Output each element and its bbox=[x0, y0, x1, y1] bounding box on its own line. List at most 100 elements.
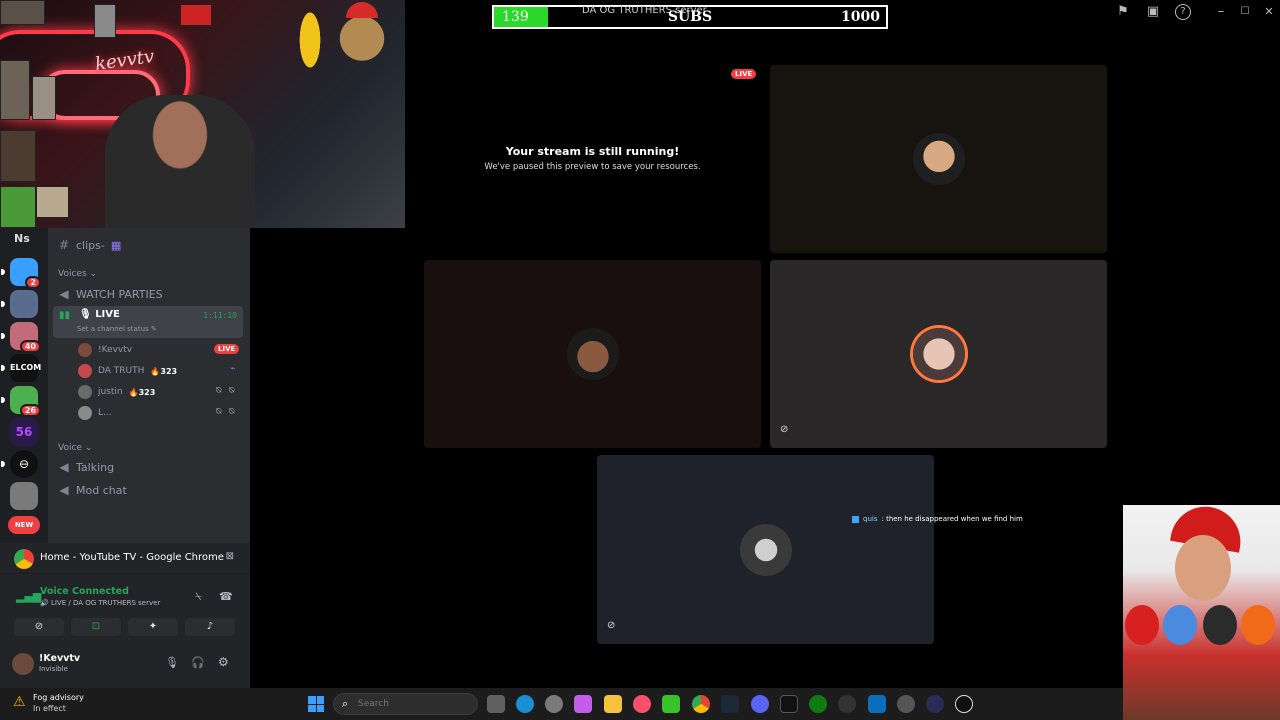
emote-thumb bbox=[0, 60, 30, 120]
unreal-engine-icon[interactable] bbox=[955, 695, 973, 713]
server-ns[interactable]: Ns bbox=[14, 232, 30, 245]
emote-thumb bbox=[0, 186, 36, 228]
channel-mod-chat[interactable]: ◀ Mod chat bbox=[58, 483, 126, 497]
steam-icon[interactable] bbox=[721, 695, 739, 713]
signal-icon: ▂▄▆ bbox=[16, 590, 42, 603]
headphones-icon[interactable]: 🎧 bbox=[191, 656, 205, 669]
participant-tile[interactable] bbox=[424, 260, 761, 448]
disconnect-icon[interactable]: ☎ bbox=[219, 590, 233, 603]
participant-tile[interactable]: ⊘ bbox=[770, 260, 1107, 448]
search-input[interactable] bbox=[358, 697, 448, 711]
server-icon-5[interactable]: 26 bbox=[1, 386, 41, 417]
channel-live[interactable]: ▮▮ 🎙 LIVE 1:11:10 Set a channel status ✎ bbox=[53, 306, 243, 338]
participant-tile[interactable]: ⊘ bbox=[597, 455, 934, 644]
chat-overlay-line: quis : then he disappeared when we find … bbox=[852, 515, 1023, 523]
edge-icon[interactable] bbox=[516, 695, 534, 713]
channel-watch-parties[interactable]: ◀ WATCH PARTIES bbox=[58, 287, 162, 301]
emote-thumb bbox=[180, 4, 212, 26]
soundboard-button[interactable]: ♪ bbox=[185, 618, 235, 636]
channel-clips[interactable]: # clips- ▦ bbox=[58, 238, 121, 252]
activity-title: Home - YouTube TV - Google Chrome bbox=[40, 552, 224, 563]
screen-share-button[interactable]: ⊡ bbox=[71, 618, 121, 636]
weather-warning-icon[interactable]: ⚠ bbox=[13, 694, 31, 710]
media-player-icon[interactable] bbox=[926, 695, 944, 713]
music-icon[interactable] bbox=[633, 695, 651, 713]
server-icon-1[interactable]: 2 bbox=[1, 258, 41, 289]
username[interactable]: !Kevvtv bbox=[39, 653, 80, 664]
g-hub-icon[interactable] bbox=[780, 695, 798, 713]
gear-icon[interactable]: ⚙ bbox=[218, 655, 229, 669]
speaker-icon: ◀ bbox=[59, 460, 69, 474]
activity-panel[interactable]: Home - YouTube TV - Google Chrome ⊠ bbox=[0, 543, 250, 573]
server-rail: Ns 2 40 ELCOM 26 56 ⊖ NEW bbox=[0, 228, 48, 543]
settings-icon[interactable] bbox=[545, 695, 563, 713]
voice-user-justin[interactable]: justin 🔥323 bbox=[78, 385, 155, 399]
voice-status[interactable]: Voice Connected bbox=[40, 586, 129, 597]
copilot-icon[interactable] bbox=[574, 695, 592, 713]
react-icon[interactable] bbox=[838, 695, 856, 713]
maximize-icon[interactable]: ☐ bbox=[1237, 4, 1253, 20]
app-icon[interactable] bbox=[897, 695, 915, 713]
xbox-icon[interactable] bbox=[809, 695, 827, 713]
server-icon-3[interactable]: 40 bbox=[1, 322, 41, 353]
minimize-icon[interactable]: – bbox=[1213, 4, 1229, 20]
speaker-icon: ◀ bbox=[59, 287, 69, 301]
close-icon[interactable]: ✕ bbox=[1261, 4, 1277, 20]
avatar bbox=[739, 523, 792, 576]
subs-goal-count: 1000 bbox=[841, 9, 880, 25]
voice-location[interactable]: 🔊 LIVE / DA OG TRUTHERS server bbox=[40, 599, 160, 607]
participant-tile[interactable] bbox=[770, 65, 1107, 253]
user-panel: !Kevvtv Invisible 🎙 🎧 ⚙ bbox=[0, 643, 250, 688]
new-servers-button[interactable]: NEW bbox=[8, 516, 40, 534]
kid bbox=[1163, 605, 1197, 645]
channel-status-input[interactable]: Set a channel status ✎ bbox=[77, 325, 157, 333]
task-view-icon[interactable] bbox=[487, 695, 505, 713]
hidden-video-icon[interactable]: ⊘ bbox=[607, 620, 621, 634]
category-voices[interactable]: Voices ⌄ bbox=[58, 269, 97, 279]
voice-user-da-truth[interactable]: DA TRUTH 🔥323 bbox=[78, 364, 177, 378]
noise-suppression-icon[interactable]: ⍀ bbox=[195, 590, 202, 604]
hidden-video-icon[interactable]: ⊘ bbox=[780, 424, 794, 438]
webcam-overlay: kevvtv bbox=[0, 0, 405, 228]
emote-thumb bbox=[36, 186, 69, 218]
film-icon: ▦ bbox=[110, 238, 122, 252]
photo-overlay bbox=[1123, 505, 1280, 720]
emote-thumb bbox=[0, 130, 36, 182]
server-icon-2[interactable] bbox=[1, 290, 38, 318]
channel-talking[interactable]: ◀ Talking bbox=[58, 460, 114, 474]
flag-icon[interactable]: ⚑ bbox=[1115, 4, 1131, 20]
weather-title[interactable]: Fog advisory bbox=[33, 693, 84, 702]
category-voice[interactable]: Voice ⌄ bbox=[58, 443, 92, 453]
avatar bbox=[78, 343, 92, 357]
deafened-icon: ⍉ bbox=[229, 386, 235, 396]
avatar bbox=[566, 328, 619, 380]
kid bbox=[1125, 605, 1159, 645]
server-icon-8[interactable] bbox=[10, 482, 38, 510]
user-status[interactable]: Invisible bbox=[39, 665, 68, 673]
avatar bbox=[78, 406, 92, 420]
server-icon-elcom[interactable]: ELCOM bbox=[1, 354, 41, 382]
file-explorer-icon[interactable] bbox=[604, 695, 622, 713]
voice-user-l[interactable]: L... bbox=[78, 406, 112, 420]
live-timer: 1:11:10 bbox=[203, 311, 237, 320]
spreadsheet-icon[interactable] bbox=[662, 695, 680, 713]
microphone-icon[interactable]: 🎙 bbox=[165, 656, 179, 669]
chrome-icon[interactable] bbox=[692, 695, 710, 713]
windows-start-icon[interactable] bbox=[308, 696, 324, 712]
server-icon-56[interactable]: 56 bbox=[10, 418, 38, 446]
discord-icon[interactable] bbox=[751, 695, 769, 713]
photos-icon[interactable] bbox=[868, 695, 886, 713]
help-icon[interactable]: ? bbox=[1175, 4, 1191, 20]
voice-user-kevvtv[interactable]: !Kevvtv bbox=[78, 343, 132, 357]
inbox-icon[interactable]: ▣ bbox=[1145, 4, 1161, 20]
deafened-icon: ⍉ bbox=[229, 407, 235, 417]
camera-off-button[interactable]: ⊘ bbox=[14, 618, 64, 636]
stop-stream-icon[interactable]: ⊠ bbox=[226, 551, 234, 562]
avatar[interactable] bbox=[12, 653, 34, 675]
weather-subtitle[interactable]: In effect bbox=[33, 704, 66, 713]
activities-button[interactable]: ✦ bbox=[128, 618, 178, 636]
taskbar-search[interactable]: ⌕ bbox=[333, 693, 478, 715]
subs-goal-bar: 139 DA OG TRUTHERS server SUBS 1000 bbox=[492, 5, 888, 29]
emote-thumb bbox=[94, 4, 116, 38]
server-icon-lock[interactable]: ⊖ bbox=[1, 450, 38, 478]
